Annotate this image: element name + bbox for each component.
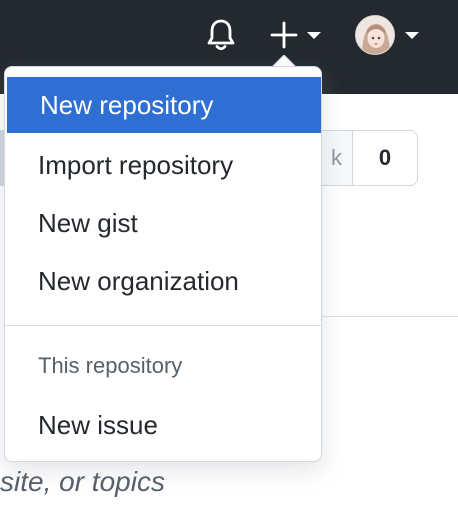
menu-item-new-organization[interactable]: New organization [5,253,321,309]
notifications-button[interactable] [200,12,242,58]
create-new-dropdown: New repository Import repository New gis… [4,66,322,462]
menu-item-new-gist[interactable]: New gist [5,195,321,251]
menu-item-new-issue[interactable]: New issue [5,397,321,453]
caret-down-icon [307,32,321,39]
bell-icon [207,19,235,51]
fork-button-label-partial: k [331,145,342,170]
plus-icon [270,21,298,49]
user-menu-button[interactable] [350,10,426,60]
create-new-button[interactable] [264,14,328,56]
fork-counter-group: k 0 [290,130,418,186]
menu-item-new-repository[interactable]: New repository [7,77,321,133]
avatar [355,15,395,55]
menu-section-header: This repository [38,353,183,378]
caret-down-icon [405,32,419,39]
menu-item-import-repository[interactable]: Import repository [5,137,321,193]
repo-description-placeholder: site, or topics [0,466,165,497]
menu-divider [5,325,321,326]
section-divider [320,316,458,317]
fork-count[interactable]: 0 [352,130,418,186]
